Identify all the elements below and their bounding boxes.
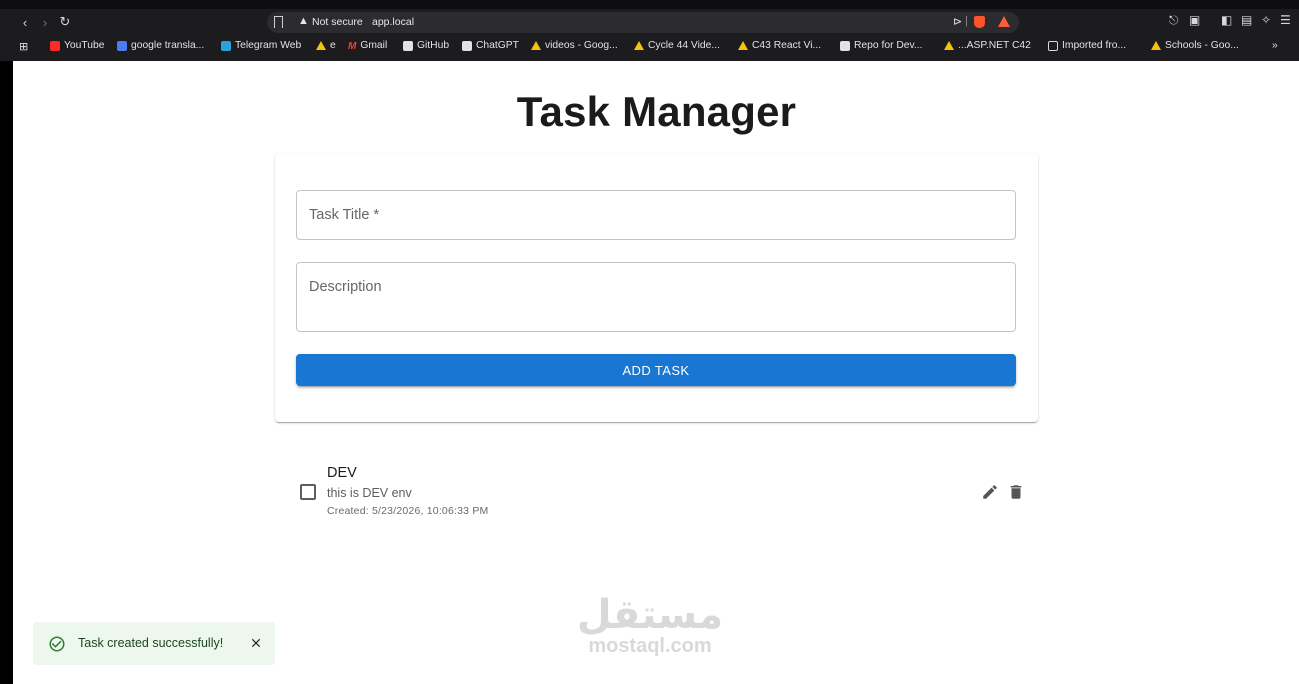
task-title-input[interactable] [297, 191, 1015, 239]
bookmark-chatgpt[interactable]: ChatGPT [462, 40, 519, 51]
bookmarks-bar: ⊞ YouTube google transla... Telegram Web… [0, 35, 1299, 59]
bookmark-telegram[interactable]: Telegram Web [221, 40, 301, 51]
bookmark-repo-dev[interactable]: Repo for Dev... [840, 40, 922, 51]
task-form-card: ADD TASK [275, 154, 1038, 422]
url-text[interactable]: app.local [372, 16, 414, 28]
telegram-icon [221, 40, 231, 51]
chatgpt-icon [462, 40, 472, 51]
back-icon[interactable]: ‹ [16, 13, 34, 31]
google-translate-icon [117, 40, 127, 51]
separator: | [965, 15, 968, 27]
delete-task-button[interactable] [1005, 481, 1027, 503]
bookmark-label: YouTube [64, 40, 105, 51]
task-list-item: DEV this is DEV env Created: 5/23/2026, … [289, 459, 1029, 525]
success-snackbar: Task created successfully! [33, 622, 275, 665]
bookmark-label: GitHub [417, 40, 450, 51]
bookmark-label: Schools - Goo... [1165, 40, 1239, 51]
google-drive-icon [1151, 41, 1161, 50]
watermark-url: mostaql.com [588, 635, 712, 657]
security-label[interactable]: Not secure [312, 16, 363, 28]
bookmark-label: Cycle 44 Vide... [648, 40, 720, 51]
reload-icon[interactable]: ↻ [56, 13, 74, 31]
bookmark-label: videos - Goog... [545, 40, 618, 51]
youtube-icon [50, 40, 60, 51]
watermark-logo: مستقل [576, 592, 724, 638]
bookmark-label: Gmail [360, 40, 388, 51]
add-task-button[interactable]: ADD TASK [296, 354, 1016, 386]
app-page: Task Manager ADD TASK DEV this is DEV en… [0, 61, 1299, 684]
bookmark-page-icon[interactable] [274, 16, 283, 28]
menu-icon[interactable]: ☰ [1280, 13, 1291, 27]
task-description: this is DEV env [327, 486, 412, 500]
bookmark-label: e [330, 40, 336, 51]
bookmark-label: ...ASP.NET C42 [958, 40, 1031, 51]
task-title: DEV [327, 465, 357, 481]
bookmark-youtube[interactable]: YouTube [50, 40, 104, 51]
snackbar-message: Task created successfully! [78, 636, 224, 650]
description-field[interactable] [296, 262, 1016, 332]
bookmark-cycle44[interactable]: Cycle 44 Vide... [634, 40, 720, 51]
browser-chrome: ‹ › ↻ ▲ Not secure app.local ⊳ | ⎋ ▣ ◧ ▤… [0, 0, 1299, 61]
sidebar-icon[interactable]: ◧ [1221, 13, 1232, 27]
task-created-date: Created: 5/23/2026, 10:06:33 PM [327, 505, 489, 517]
bookmark-label: Repo for Dev... [854, 40, 923, 51]
bookmark-videos[interactable]: videos - Goog... [531, 40, 618, 51]
more-bookmarks-button[interactable]: » [1272, 40, 1278, 51]
page-title: Task Manager [516, 88, 797, 135]
task-complete-checkbox[interactable] [300, 484, 316, 500]
bookmark-label: google transla... [131, 40, 205, 51]
close-icon [251, 638, 261, 648]
watermark: مستقل mostaql.com [560, 593, 740, 658]
google-drive-icon [634, 41, 644, 50]
wallet-icon[interactable]: ▤ [1241, 13, 1252, 27]
bookmark-label: C43 React Vi... [752, 40, 822, 51]
bookmark-github[interactable]: GitHub [403, 40, 449, 51]
bookmark-imported[interactable]: Imported fro... [1048, 40, 1126, 51]
bookmark-label: ChatGPT [476, 40, 519, 51]
reader-icon[interactable]: ▣ [1189, 13, 1200, 27]
bookmark-aspnet[interactable]: ...ASP.NET C42 [944, 40, 1031, 51]
google-drive-icon [531, 41, 541, 50]
bookmark-google-translate[interactable]: google transla... [117, 40, 204, 51]
google-drive-icon [316, 41, 326, 50]
check-circle-icon [49, 636, 65, 652]
brave-shields-icon[interactable] [974, 16, 985, 28]
warning-icon[interactable]: ▲ [298, 15, 309, 27]
address-bar[interactable]: ▲ Not secure app.local ⊳ | [267, 12, 1019, 33]
trash-icon [1010, 485, 1022, 499]
edit-task-button[interactable] [979, 481, 1001, 503]
github-icon [840, 40, 850, 51]
bookmark-e[interactable]: e [316, 40, 336, 51]
pencil-icon [983, 485, 997, 499]
forward-icon[interactable]: › [36, 13, 54, 31]
google-drive-icon [738, 41, 748, 50]
share-icon[interactable]: ⊳ [953, 15, 962, 28]
leo-ai-icon[interactable]: ✧ [1261, 13, 1271, 27]
bookmark-schools[interactable]: Schools - Goo... [1151, 40, 1239, 51]
bookmark-c43-react[interactable]: C43 React Vi... [738, 40, 821, 51]
extensions-icon[interactable]: ⎋ [1169, 13, 1179, 28]
description-input[interactable] [297, 263, 1015, 331]
task-title-field[interactable] [296, 190, 1016, 240]
bookmark-gmail[interactable]: M Gmail [348, 40, 388, 52]
bookmark-label: Telegram Web [235, 40, 302, 51]
github-icon [403, 40, 413, 51]
google-drive-icon [944, 41, 954, 50]
bookmark-label: Imported fro... [1062, 40, 1127, 51]
close-snackbar-button[interactable] [247, 634, 265, 652]
window-edge [0, 61, 13, 684]
brave-rewards-icon[interactable] [998, 16, 1010, 27]
tab-strip [0, 0, 1299, 9]
gmail-icon: M [348, 40, 357, 52]
browser-toolbar: ‹ › ↻ ▲ Not secure app.local ⊳ | ⎋ ▣ ◧ ▤… [0, 9, 1299, 35]
folder-icon [1048, 40, 1058, 51]
apps-grid-icon[interactable]: ⊞ [19, 40, 28, 53]
